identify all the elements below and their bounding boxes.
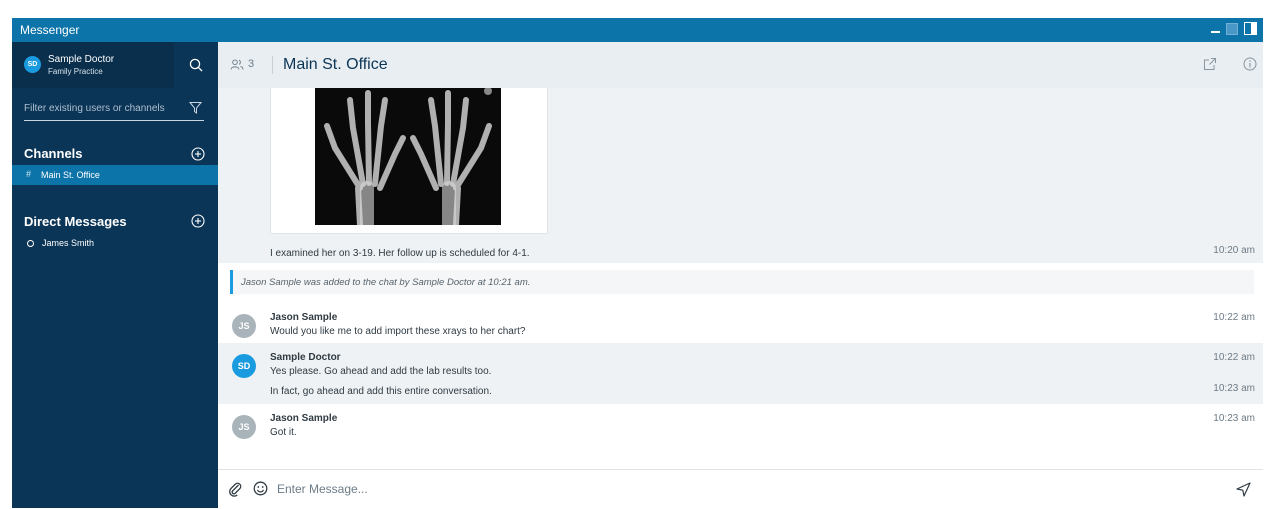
filter-placeholder: Filter existing users or channels bbox=[24, 103, 165, 114]
avatar: JS bbox=[232, 314, 256, 338]
sidebar-item-james-smith[interactable]: James Smith bbox=[12, 235, 218, 253]
dm-label: James Smith bbox=[42, 238, 95, 248]
avatar: SD bbox=[232, 354, 256, 378]
system-notice-text: Jason Sample was added to the chat by Sa… bbox=[241, 277, 531, 288]
message-timestamp: 10:20 am bbox=[1213, 245, 1255, 256]
profile-role: Family Practice bbox=[48, 67, 103, 76]
sender-name: Jason Sample bbox=[270, 312, 338, 323]
channels-heading: Channels bbox=[24, 146, 83, 161]
header-divider bbox=[272, 56, 273, 74]
add-channel-icon[interactable] bbox=[191, 147, 205, 161]
image-attachment[interactable] bbox=[270, 87, 548, 234]
profile-name: Sample Doctor bbox=[48, 54, 115, 65]
message-text: I examined her on 3-19. Her follow up is… bbox=[270, 248, 530, 259]
page-title: Main St. Office bbox=[283, 56, 388, 73]
message-text: Got it. bbox=[270, 427, 297, 438]
system-notice: Jason Sample was added to the chat by Sa… bbox=[230, 270, 1254, 294]
members-icon bbox=[230, 58, 244, 70]
info-icon[interactable] bbox=[1243, 57, 1257, 71]
title-bar: Messenger bbox=[12, 18, 1263, 42]
paperclip-icon[interactable] bbox=[228, 481, 243, 497]
message-image-xray: I examined her on 3-19. Her follow up is… bbox=[218, 87, 1263, 263]
message-timestamp: 10:23 am bbox=[1213, 383, 1255, 394]
messenger-app: Messenger SD Sample Doctor Family Practi… bbox=[12, 18, 1263, 509]
maximize-icon[interactable] bbox=[1226, 22, 1238, 35]
presence-status-icon bbox=[27, 240, 34, 247]
xray-image bbox=[315, 87, 501, 232]
user-profile[interactable]: SD Sample Doctor Family Practice bbox=[12, 42, 174, 88]
hash-icon: # bbox=[26, 169, 32, 179]
avatar: JS bbox=[232, 415, 256, 439]
window-title: Messenger bbox=[20, 23, 80, 37]
sidebar: SD Sample Doctor Family Practice Filter … bbox=[12, 42, 218, 508]
message-timestamp: 10:23 am bbox=[1213, 413, 1255, 424]
split-view-icon[interactable] bbox=[1244, 22, 1257, 35]
channel-label: Main St. Office bbox=[41, 170, 100, 180]
filter-icon[interactable] bbox=[189, 101, 202, 114]
sender-name: Sample Doctor bbox=[270, 352, 341, 363]
message-input[interactable]: Enter Message... bbox=[277, 482, 368, 496]
message-text: Yes please. Go ahead and add the lab res… bbox=[270, 366, 492, 377]
window-controls bbox=[1211, 22, 1257, 35]
sidebar-item-main-st-office[interactable]: # Main St. Office bbox=[12, 165, 218, 185]
direct-messages-heading: Direct Messages bbox=[24, 214, 127, 229]
list-item: JS Jason Sample Would you like me to add… bbox=[218, 303, 1263, 343]
avatar: SD bbox=[24, 56, 41, 73]
message-list: I examined her on 3-19. Her follow up is… bbox=[218, 87, 1263, 469]
chat-panel: 3 Main St. Office I examined her on 3-19… bbox=[218, 42, 1263, 509]
minimize-icon[interactable] bbox=[1211, 30, 1220, 33]
list-item: JS Jason Sample Got it. 10:23 am bbox=[218, 404, 1263, 444]
pop-out-icon[interactable] bbox=[1203, 57, 1217, 71]
search-icon bbox=[189, 58, 203, 72]
search-button[interactable] bbox=[174, 42, 218, 88]
add-direct-message-icon[interactable] bbox=[191, 214, 205, 228]
list-item: SD Sample Doctor Yes please. Go ahead an… bbox=[218, 343, 1263, 404]
filter-input[interactable]: Filter existing users or channels bbox=[24, 100, 204, 121]
sender-name: Jason Sample bbox=[270, 413, 338, 424]
send-icon[interactable] bbox=[1236, 482, 1251, 497]
message-composer: Enter Message... bbox=[218, 469, 1263, 509]
member-count-value: 3 bbox=[248, 58, 255, 70]
emoji-icon[interactable] bbox=[253, 481, 268, 496]
chat-header: 3 Main St. Office bbox=[218, 42, 1263, 88]
message-timestamp: 10:22 am bbox=[1213, 312, 1255, 323]
message-text: In fact, go ahead and add this entire co… bbox=[270, 386, 492, 397]
member-count[interactable]: 3 bbox=[230, 58, 254, 70]
message-timestamp: 10:22 am bbox=[1213, 352, 1255, 363]
message-text: Would you like me to add import these xr… bbox=[270, 326, 526, 337]
